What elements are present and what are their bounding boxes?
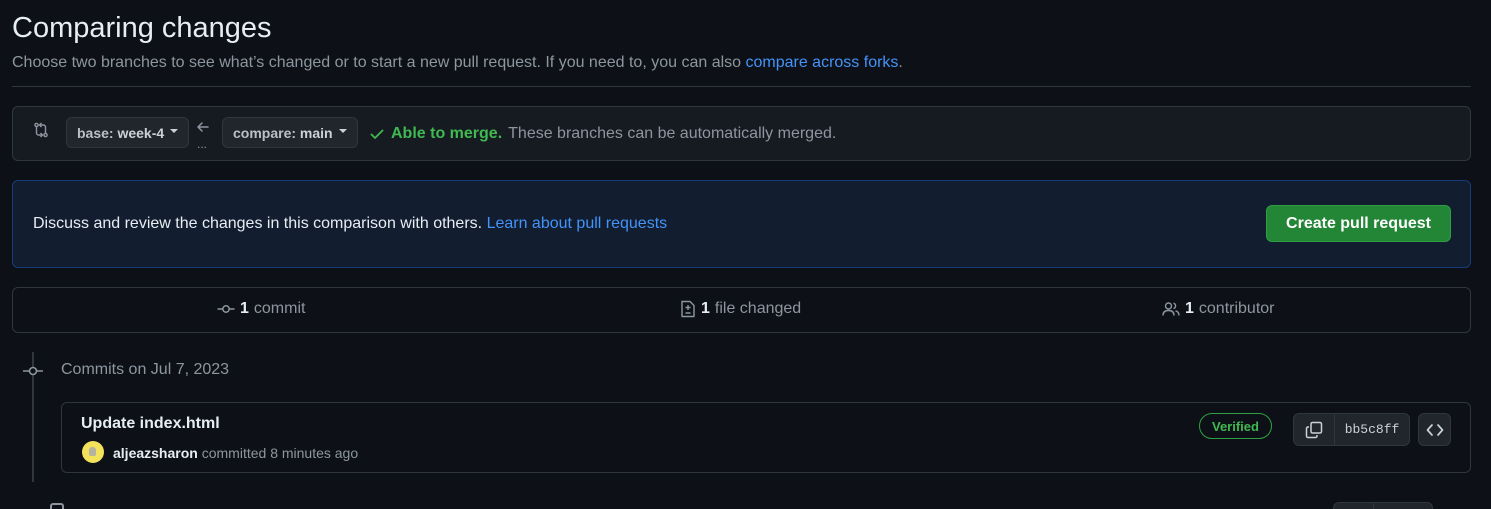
discuss-panel: Discuss and review the changes in this c…	[12, 180, 1471, 268]
file-diff-icon	[681, 300, 695, 318]
page-subtitle: Choose two branches to see what’s change…	[12, 54, 903, 72]
chevron-down-icon	[170, 129, 179, 133]
copy-icon	[1305, 421, 1323, 438]
compare-summary: 1 commit 1 file changed 1 contributor	[12, 287, 1471, 333]
merge-description: These branches can be automatically merg…	[508, 125, 837, 142]
commits-label: commit	[253, 300, 306, 317]
commit-meta: aljeazsharon committed 8 minutes ago	[113, 445, 358, 461]
ellipsis-dots: ...	[197, 137, 208, 151]
range-editor: base: week-4 ... compare: main Able to m…	[12, 106, 1471, 161]
compare-across-forks-link[interactable]: compare across forks	[745, 54, 898, 71]
commit-sha-link[interactable]: bb5c8ff	[1335, 414, 1409, 445]
commits-date-heading: Commits on Jul 7, 2023	[61, 361, 230, 378]
git-commit-icon	[23, 366, 43, 376]
base-branch-name: week-4	[117, 124, 165, 141]
discuss-text: Discuss and review the changes in this c…	[33, 215, 667, 233]
browse-repository-button[interactable]	[1418, 413, 1451, 446]
arrow-left-icon	[197, 122, 209, 132]
subtitle-suffix: .	[898, 54, 903, 71]
file-icon	[50, 503, 64, 509]
merge-status: Able to merge. These branches can be aut…	[369, 125, 836, 143]
check-icon	[370, 129, 384, 139]
avatar[interactable]	[82, 441, 104, 463]
commit-author-link[interactable]: aljeazsharon	[113, 445, 198, 461]
compare-arrow: ...	[194, 120, 216, 151]
files-summary[interactable]: 1 file changed	[680, 300, 801, 318]
contributors-count: 1	[1185, 300, 1194, 317]
compare-label: compare:	[233, 124, 297, 141]
subtitle-text: Choose two branches to see what’s change…	[12, 54, 746, 71]
files-count: 1	[701, 300, 710, 317]
compare-branch-name: main	[299, 124, 333, 141]
compare-page: Comparing changes Choose two branches to…	[0, 0, 1491, 509]
contributors-summary[interactable]: 1 contributor	[1162, 300, 1275, 318]
commit-item: Update index.html aljeazsharon committed…	[61, 402, 1471, 473]
create-pull-request-button[interactable]: Create pull request	[1266, 205, 1451, 242]
header-divider	[12, 86, 1471, 87]
commit-time: 8 minutes ago	[270, 445, 359, 461]
base-label: base:	[77, 124, 114, 141]
files-label: file changed	[714, 300, 802, 317]
page-title: Comparing changes	[12, 12, 272, 44]
commits-count: 1	[240, 300, 249, 317]
discuss-message: Discuss and review the changes in this c…	[33, 215, 483, 232]
contributors-label: contributor	[1198, 300, 1275, 317]
git-commit-icon	[217, 305, 235, 313]
chevron-down-icon	[338, 129, 347, 133]
commit-action: committed	[201, 445, 267, 461]
git-compare-icon	[34, 122, 48, 138]
commit-title-link[interactable]: Update index.html	[81, 415, 220, 433]
verified-badge[interactable]: Verified	[1199, 413, 1272, 439]
copy-sha-button[interactable]	[1294, 414, 1335, 445]
commit-sha-group: bb5c8ff	[1293, 413, 1410, 446]
button-divider	[1373, 502, 1374, 509]
view-toggle-button[interactable]	[1333, 502, 1433, 509]
merge-ok-text: Able to merge.	[391, 125, 503, 142]
commits-summary[interactable]: 1 commit	[217, 300, 305, 318]
people-icon	[1162, 302, 1180, 316]
compare-branch-select[interactable]: compare: main	[222, 117, 358, 148]
learn-pull-requests-link[interactable]: Learn about pull requests	[487, 215, 668, 232]
code-icon	[1426, 423, 1443, 436]
base-branch-select[interactable]: base: week-4	[66, 117, 190, 148]
